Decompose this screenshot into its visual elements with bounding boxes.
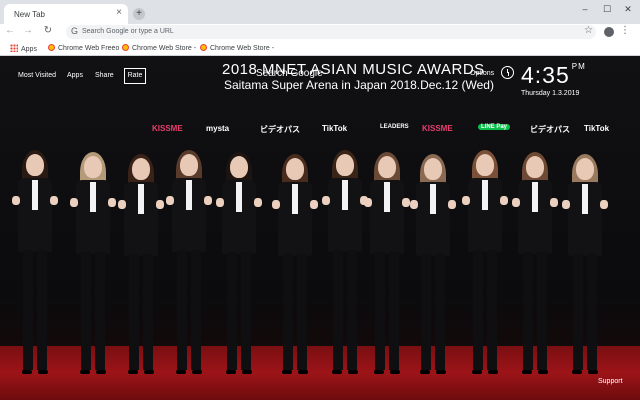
rate-button[interactable]: Rate: [124, 68, 146, 84]
sponsor-logo: LINE Pay: [478, 124, 511, 130]
menu-icon[interactable]: ⋮: [620, 25, 630, 36]
favicon-icon: [200, 44, 207, 51]
sponsor-logo: LEADERS: [380, 124, 409, 130]
reload-icon[interactable]: ↻: [42, 25, 54, 36]
forward-icon[interactable]: →: [22, 25, 34, 36]
bookmark-item[interactable]: Chrome Web Store -: [200, 44, 274, 52]
browser-toolbar: ← → ↻ G Search Google or type a URL ☆ ⋮: [0, 24, 640, 40]
sponsor-logo: KISSME: [152, 124, 183, 133]
bookmarks-bar: Apps Chrome Web Freeo Chrome Web Store -…: [0, 40, 640, 56]
share-link[interactable]: Share: [95, 72, 114, 79]
tab-new-tab[interactable]: New Tab ×: [4, 4, 128, 24]
most-visited-link[interactable]: Most Visited: [18, 72, 56, 79]
options-link[interactable]: Options: [470, 70, 494, 77]
clock-am-pm: PM: [571, 62, 586, 71]
browser-titlebar: New Tab × + – ☐ ✕: [0, 0, 640, 24]
close-icon[interactable]: ×: [116, 8, 122, 18]
favicon-icon: [48, 44, 55, 51]
star-icon[interactable]: ☆: [584, 25, 593, 36]
sponsor-logo: TikTok: [584, 124, 610, 133]
bookmark-apps[interactable]: Apps: [10, 44, 37, 53]
clock-date: Thursday 1.3.2019: [521, 90, 580, 97]
support-link[interactable]: Support: [598, 378, 623, 385]
profile-avatar[interactable]: [604, 27, 614, 37]
omnibox-placeholder: Search Google or type a URL: [82, 28, 174, 35]
favicon-icon: [122, 44, 129, 51]
search-google-input[interactable]: Search Google: [256, 68, 323, 79]
sponsor-logo: mysta: [206, 124, 230, 133]
sponsor-logo: ビデオパス: [260, 125, 300, 134]
apps-icon: [10, 44, 18, 52]
clock-icon[interactable]: [501, 66, 514, 79]
bookmark-item[interactable]: Chrome Web Store -: [122, 44, 196, 52]
minimize-icon[interactable]: –: [578, 4, 592, 14]
bookmark-item[interactable]: Chrome Web Freeo: [48, 44, 119, 52]
sponsor-logo: KISSME: [422, 124, 453, 133]
backdrop-subline: Saitama Super Arena in Japan 2018.Dec.12…: [224, 78, 494, 92]
window-close-icon[interactable]: ✕: [621, 4, 635, 15]
omnibox[interactable]: G Search Google or type a URL: [66, 25, 596, 39]
new-tab-page: KISSME mysta ビデオパス TikTok LEADERS KISSME…: [0, 56, 640, 400]
back-icon[interactable]: ←: [4, 25, 16, 36]
apps-link[interactable]: Apps: [67, 72, 83, 79]
clock-time: 4:35 PM: [521, 62, 586, 88]
google-g-icon: G: [71, 26, 79, 36]
sponsor-logo: TikTok: [322, 124, 348, 133]
new-tab-button[interactable]: +: [133, 8, 145, 20]
maximize-icon[interactable]: ☐: [600, 4, 614, 15]
sponsor-logo: ビデオパス: [530, 125, 570, 134]
tab-title: New Tab: [14, 10, 45, 19]
